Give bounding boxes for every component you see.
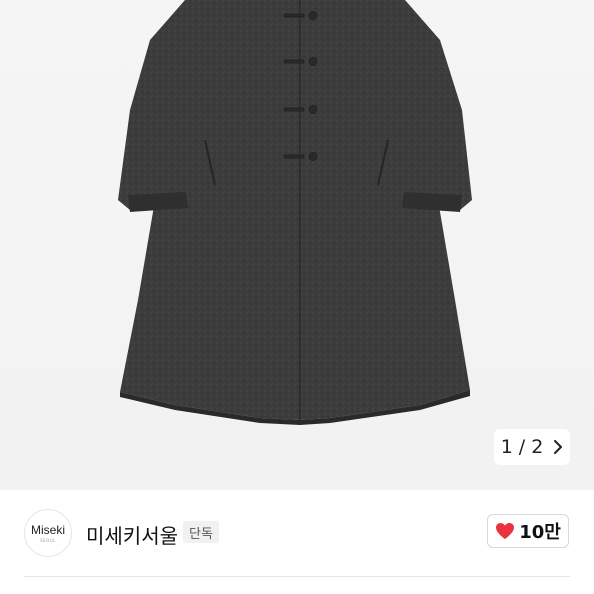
brand-logo[interactable]: Miseki SEOUL: [24, 509, 72, 557]
divider: [24, 576, 570, 577]
chevron-right-icon[interactable]: [553, 440, 563, 454]
brand-logo-subtext: SEOUL: [40, 537, 56, 543]
gallery-pager[interactable]: 1 / 2: [494, 429, 570, 465]
brand-logo-text: Miseki: [30, 522, 65, 537]
total-pages: 2: [531, 436, 544, 458]
current-page: 1: [500, 436, 513, 458]
like-count: 10만: [519, 522, 561, 543]
like-button[interactable]: 10만: [487, 514, 569, 548]
product-image: [118, 0, 472, 425]
heart-icon: [495, 522, 515, 540]
product-image-gallery[interactable]: 1 / 2: [0, 0, 594, 490]
exclusive-badge: 단독: [183, 521, 219, 543]
page-separator: /: [518, 436, 526, 458]
brand-name[interactable]: 미세키서울: [86, 520, 178, 549]
brand-row: Miseki SEOUL 미세키서울 단독 10만: [0, 490, 594, 576]
